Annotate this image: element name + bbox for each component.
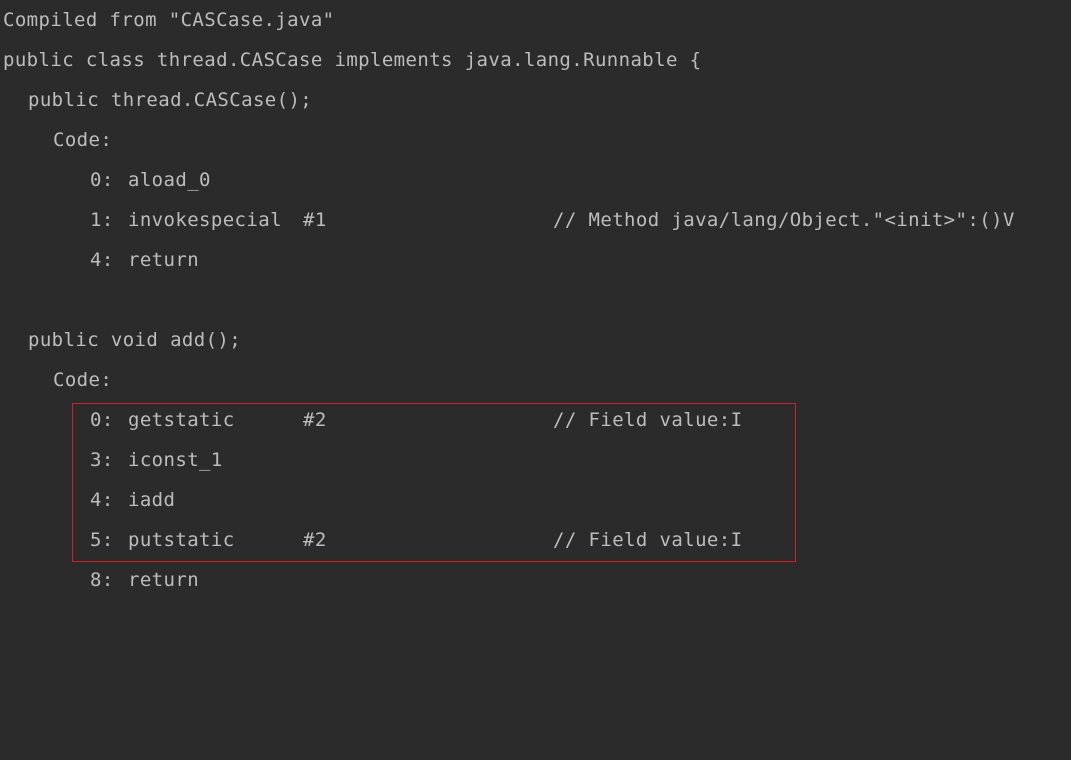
instruction-opcode: invokespecial bbox=[128, 209, 282, 231]
instruction-opcode: return bbox=[128, 249, 200, 271]
instruction-comment: // Field value:I bbox=[553, 529, 743, 551]
instruction-opcode: getstatic bbox=[128, 409, 235, 431]
add-code-label-line: Code: bbox=[0, 360, 112, 400]
add-method-signature-line: public void add(); bbox=[0, 320, 241, 360]
code-label: Code: bbox=[53, 369, 113, 391]
instruction-line: 3: iconst_1 bbox=[0, 440, 222, 480]
instruction-offset: 0: bbox=[90, 409, 114, 431]
instruction-line: 4: return bbox=[0, 240, 199, 280]
class-declaration-line: public class thread.CASCase implements j… bbox=[0, 40, 701, 80]
instruction-operand: #2 bbox=[303, 409, 327, 431]
compiled-from-line: Compiled from "CASCase.java" bbox=[0, 0, 334, 40]
instruction-offset: 4: bbox=[90, 249, 114, 271]
instruction-opcode: iadd bbox=[128, 489, 176, 511]
constructor-signature: public thread.CASCase(); bbox=[28, 89, 313, 111]
instruction-line: 1: invokespecial #1 // Method java/lang/… bbox=[0, 200, 1014, 240]
class-declaration-text: public class thread.CASCase implements j… bbox=[3, 49, 702, 71]
bytecode-viewer: Compiled from "CASCase.java" public clas… bbox=[0, 0, 1071, 625]
instruction-offset: 3: bbox=[90, 449, 114, 471]
add-method-signature: public void add(); bbox=[28, 329, 242, 351]
instruction-offset: 4: bbox=[90, 489, 114, 511]
compiled-from-text: Compiled from "CASCase.java" bbox=[3, 9, 335, 31]
code-label: Code: bbox=[53, 129, 113, 151]
instruction-opcode: putstatic bbox=[128, 529, 235, 551]
constructor-signature-line: public thread.CASCase(); bbox=[0, 80, 312, 120]
instruction-operand: #2 bbox=[303, 529, 327, 551]
constructor-code-label-line: Code: bbox=[0, 120, 112, 160]
instruction-offset: 8: bbox=[90, 569, 114, 591]
instruction-operand: #1 bbox=[303, 209, 327, 231]
instruction-offset: 1: bbox=[90, 209, 114, 231]
instruction-line: 4: iadd bbox=[0, 480, 175, 520]
instruction-line: 0: aload_0 bbox=[0, 160, 210, 200]
instruction-offset: 0: bbox=[90, 169, 114, 191]
instruction-opcode: return bbox=[128, 569, 200, 591]
instruction-line: 0: getstatic #2 // Field value:I bbox=[0, 400, 742, 440]
instruction-comment: // Field value:I bbox=[553, 409, 743, 431]
instruction-opcode: iconst_1 bbox=[128, 449, 223, 471]
instruction-offset: 5: bbox=[90, 529, 114, 551]
instruction-comment: // Method java/lang/Object."<init>":()V bbox=[553, 209, 1015, 231]
instruction-line: 5: putstatic #2 // Field value:I bbox=[0, 520, 742, 560]
instruction-line: 8: return bbox=[0, 560, 199, 600]
instruction-opcode: aload_0 bbox=[128, 169, 211, 191]
